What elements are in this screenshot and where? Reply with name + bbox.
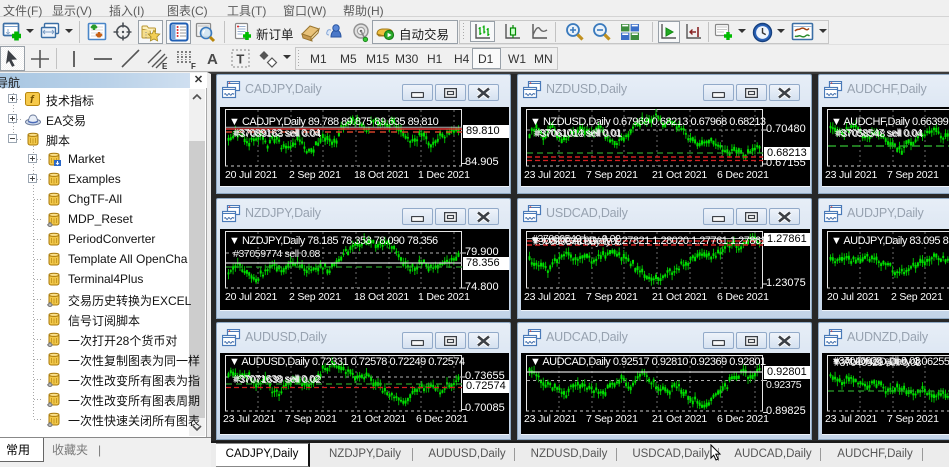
svg-text:F: F	[191, 62, 196, 70]
svg-text:T: T	[236, 52, 244, 67]
svg-text:E: E	[162, 62, 168, 70]
